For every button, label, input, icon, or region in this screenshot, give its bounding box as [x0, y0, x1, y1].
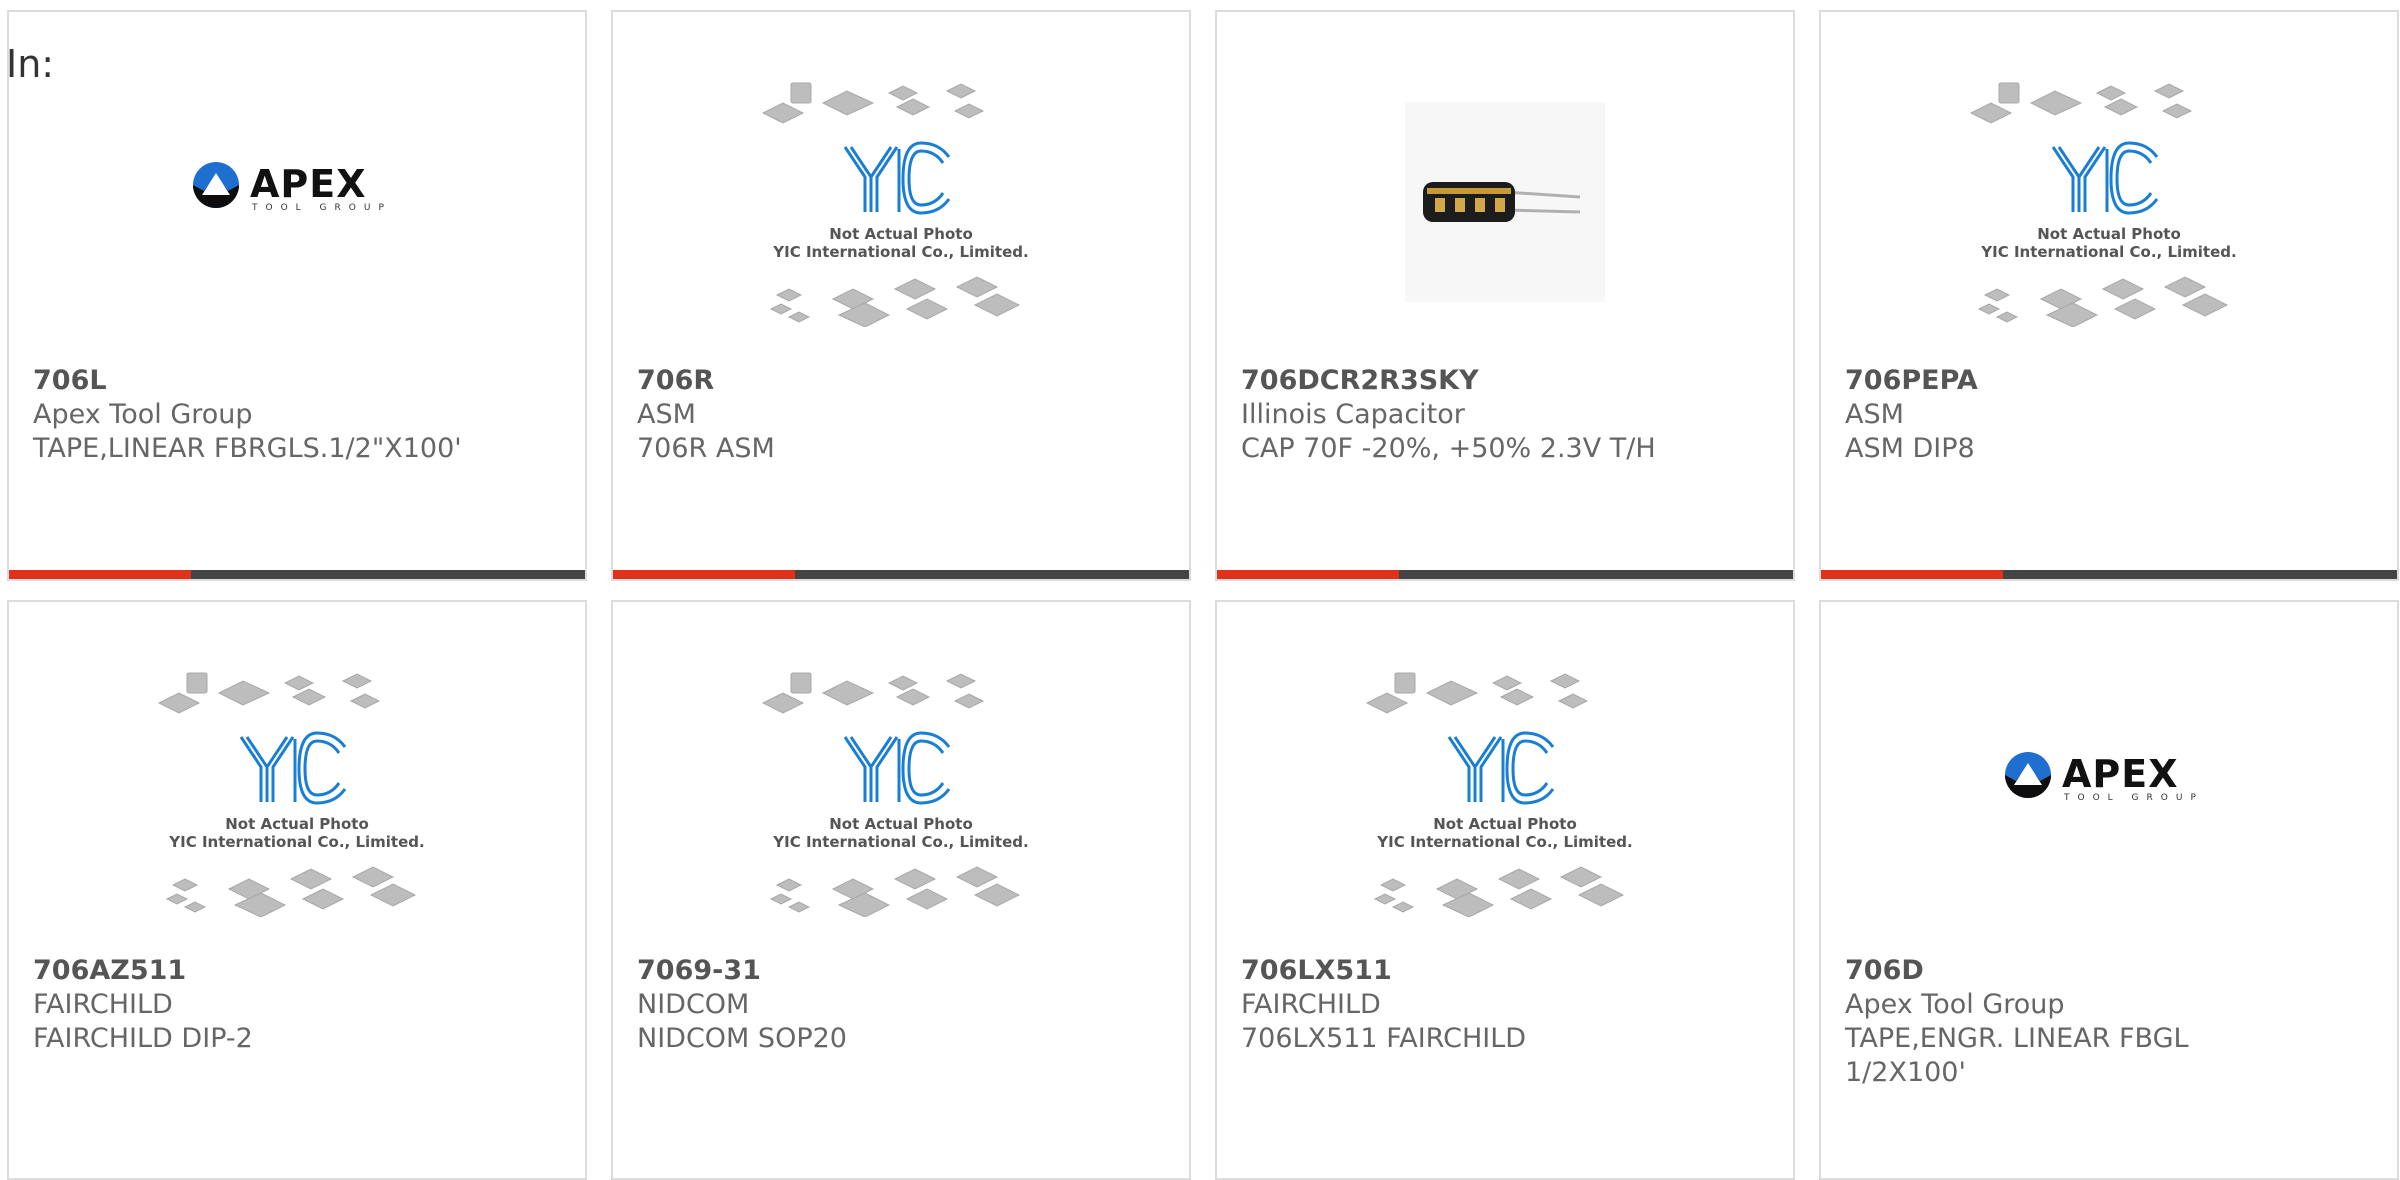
product-description: CAP 70F -20%, +50% 2.3V T/H	[1241, 433, 1656, 464]
product-info: 706DCR2R3SKY Illinois Capacitor CAP 70F -2…	[1241, 364, 1769, 466]
manufacturer-name: FAIRCHILD	[33, 989, 173, 1020]
product-info: 706R ASM 706R ASM	[637, 364, 1165, 466]
card-accent-highlight	[9, 570, 191, 579]
product-card[interactable]: APEX TOOL GROUP 706D Apex Tool Group TAPE,EN…	[1819, 600, 2399, 1180]
manufacturer-name: ASM	[1845, 399, 1904, 430]
product-card[interactable]: Not Actual Photo YIC International Co., …	[1215, 600, 1795, 1180]
part-number-link[interactable]: 706PEPA	[1845, 364, 2373, 398]
product-image[interactable]: APEX TOOL GROUP	[1821, 662, 2397, 892]
yic-placeholder-image: Not Actual Photo YIC International Co., …	[761, 672, 1029, 917]
manufacturer-name: FAIRCHILD	[1241, 989, 1381, 1020]
svg-text:Not Actual Photo: Not Actual Photo	[225, 815, 369, 833]
product-description: TAPE,LINEAR FBRGLS.1/2"X100'	[33, 433, 462, 464]
part-number-link[interactable]: 706AZ511	[33, 954, 561, 988]
product-description: 706R ASM	[637, 433, 775, 464]
product-info: 706D Apex Tool Group TAPE,ENGR. LINEAR FBG…	[1845, 954, 2373, 1090]
part-number-link[interactable]: 7069-31	[637, 954, 1165, 988]
manufacturer-name: Apex Tool Group	[1845, 989, 2065, 1020]
product-card[interactable]: Not Actual Photo YIC International Co., …	[611, 600, 1191, 1180]
svg-text:YIC International Co., Limited: YIC International Co., Limited.	[1980, 243, 2236, 261]
part-number-link[interactable]: 706LX511	[1241, 954, 1769, 988]
card-accent-bar	[1821, 570, 2397, 579]
apex-logo-tag: TOOL GROUP	[251, 203, 392, 213]
svg-text:YIC International Co., Limited: YIC International Co., Limited.	[1376, 833, 1632, 851]
svg-text:YIC International Co., Limited: YIC International Co., Limited.	[168, 833, 424, 851]
product-info: 706L Apex Tool Group TAPE,LINEAR FBRGLS.1/…	[33, 364, 561, 466]
product-description: 706LX511 FAIRCHILD	[1241, 1023, 1527, 1054]
card-accent-bar	[613, 570, 1189, 579]
product-description: TAPE,ENGR. LINEAR FBGL	[1845, 1023, 2189, 1054]
svg-text:Not Actual Photo: Not Actual Photo	[2037, 225, 2181, 243]
yic-placeholder-image: Not Actual Photo YIC International Co., …	[1365, 672, 1633, 917]
part-number-link[interactable]: 706D	[1845, 954, 2373, 988]
card-accent-bar	[9, 570, 585, 579]
svg-text:Not Actual Photo: Not Actual Photo	[829, 815, 973, 833]
product-image[interactable]: Not Actual Photo YIC International Co., …	[613, 52, 1189, 352]
yic-placeholder-image: Not Actual Photo YIC International Co., …	[761, 82, 1029, 327]
product-info: 7069-31 NIDCOM NIDCOM SOP20	[637, 954, 1165, 1056]
product-image[interactable]: Not Actual Photo YIC International Co., …	[9, 642, 585, 942]
svg-text:YIC International Co., Limited: YIC International Co., Limited.	[772, 833, 1028, 851]
product-description: ASM DIP8	[1845, 433, 1975, 464]
product-info: 706LX511 FAIRCHILD 706LX511 FAIRCHILD	[1241, 954, 1769, 1056]
manufacturer-name: Apex Tool Group	[33, 399, 253, 430]
card-accent-highlight	[1821, 570, 2003, 579]
product-card[interactable]: Not Actual Photo YIC International Co., …	[611, 10, 1191, 581]
card-accent-bar	[1217, 570, 1793, 579]
svg-text:YIC International Co., Limited: YIC International Co., Limited.	[772, 243, 1028, 261]
in-label: In:	[6, 42, 55, 86]
product-card[interactable]: APEX TOOL GROUP 706L Apex Tool Group TAPE,LI…	[7, 10, 587, 581]
product-description-cont: 1/2X100'	[1845, 1057, 1966, 1088]
svg-text:Not Actual Photo: Not Actual Photo	[1433, 815, 1577, 833]
card-accent-highlight	[613, 570, 795, 579]
product-info: 706PEPA ASM ASM DIP8	[1845, 364, 2373, 466]
product-card[interactable]: 706DCR2R3SKY Illinois Capacitor CAP 70F -2…	[1215, 10, 1795, 581]
apex-logo-tag: TOOL GROUP	[2063, 793, 2204, 803]
manufacturer-name: NIDCOM	[637, 989, 750, 1020]
manufacturer-name: ASM	[637, 399, 696, 430]
product-image[interactable]: Not Actual Photo YIC International Co., …	[613, 642, 1189, 942]
product-image[interactable]: Not Actual Photo YIC International Co., …	[1821, 52, 2397, 352]
product-description: FAIRCHILD DIP-2	[33, 1023, 253, 1054]
apex-logo-word: APEX	[2062, 752, 2179, 796]
part-number-link[interactable]: 706R	[637, 364, 1165, 398]
part-number-link[interactable]: 706DCR2R3SKY	[1241, 364, 1769, 398]
apex-logo-image: APEXTOOL GROUP	[193, 162, 392, 213]
svg-text:Not Actual Photo: Not Actual Photo	[829, 225, 973, 243]
product-card[interactable]: Not Actual Photo YIC International Co., …	[1819, 10, 2399, 581]
yic-placeholder-image: Not Actual Photo YIC International Co., …	[157, 672, 425, 917]
product-image[interactable]: APEX TOOL GROUP	[9, 72, 585, 302]
part-number-link[interactable]: 706L	[33, 364, 561, 398]
product-card[interactable]: Not Actual Photo YIC International Co., …	[7, 600, 587, 1180]
manufacturer-name: Illinois Capacitor	[1241, 399, 1465, 430]
apex-logo-image: APEXTOOL GROUP	[2005, 752, 2204, 803]
yic-placeholder-image: Not Actual Photo YIC International Co., …	[1969, 82, 2237, 327]
apex-logo-word: APEX	[250, 162, 367, 206]
capacitor-photo-image	[1405, 102, 1605, 302]
product-image[interactable]: Not Actual Photo YIC International Co., …	[1217, 642, 1793, 942]
card-accent-highlight	[1217, 570, 1399, 579]
product-image[interactable]	[1217, 52, 1793, 352]
product-description: NIDCOM SOP20	[637, 1023, 847, 1054]
product-info: 706AZ511 FAIRCHILD FAIRCHILD DIP-2	[33, 954, 561, 1056]
